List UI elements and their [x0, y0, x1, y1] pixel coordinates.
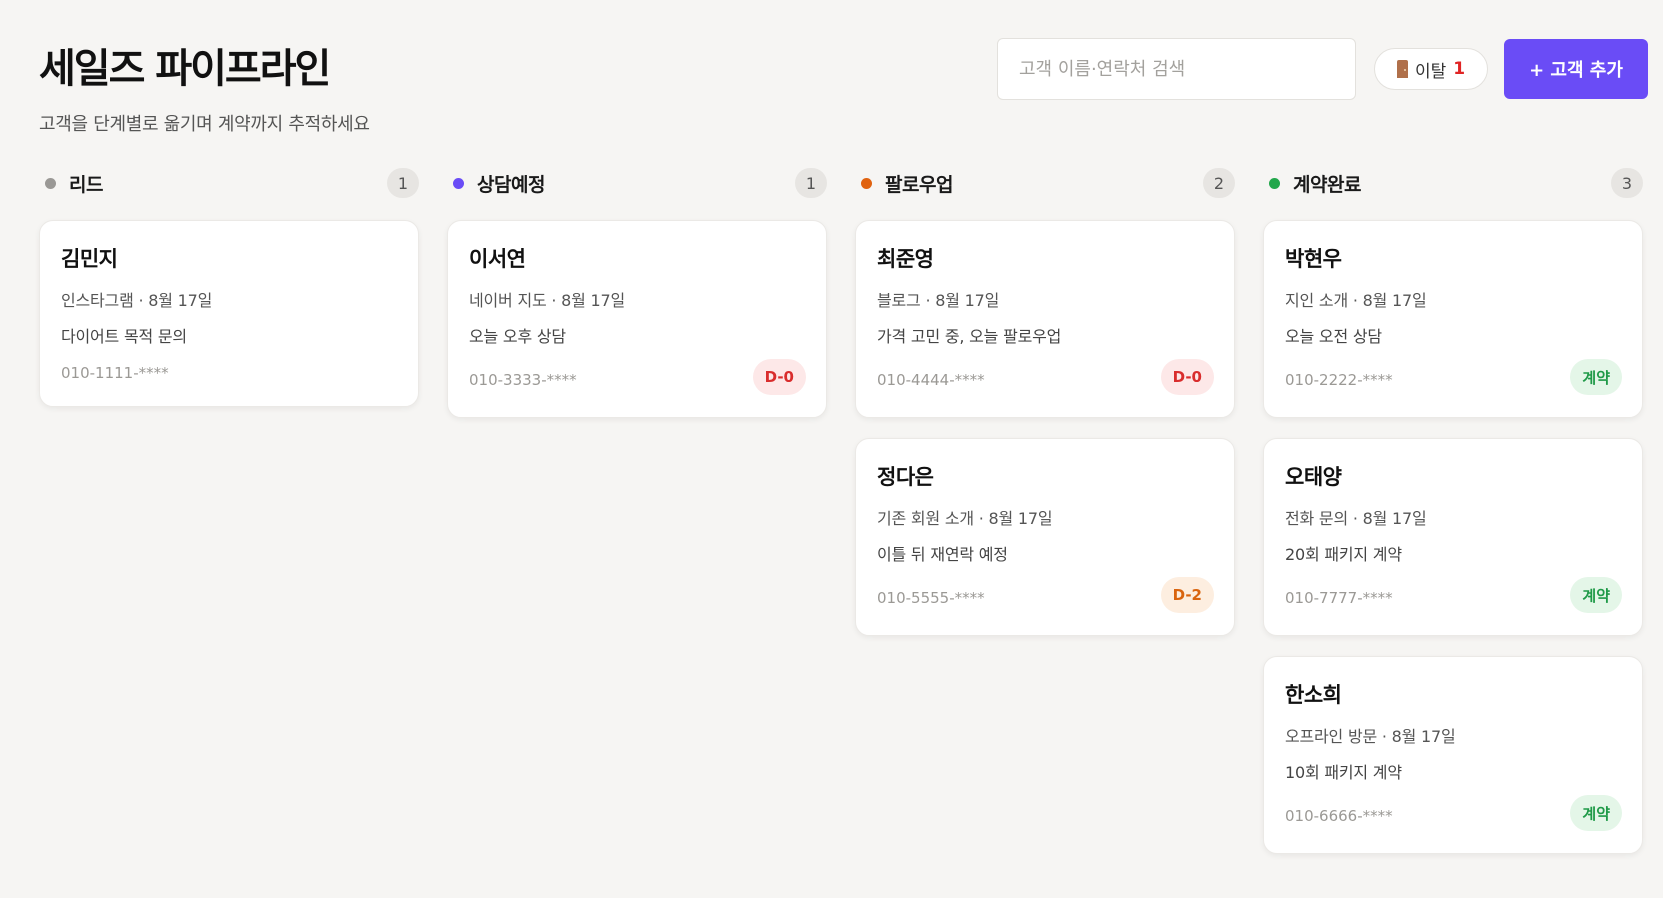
customer-note: 10회 패키지 계약: [1285, 763, 1402, 782]
churn-count: 1: [1453, 59, 1466, 79]
customer-note: 오늘 오후 상담: [469, 327, 566, 346]
column-count-badge: 1: [795, 168, 827, 198]
customer-note: 가격 고민 중, 오늘 팔로우업: [877, 327, 1062, 346]
column-count-badge: 1: [387, 168, 419, 198]
search-input[interactable]: [997, 38, 1356, 100]
customer-phone: 010-6666-****: [1285, 807, 1393, 825]
customer-name: 오태양: [1285, 465, 1342, 489]
customer-card[interactable]: 최준영 블로그 · 8월 17일 가격 고민 중, 오늘 팔로우업 010-44…: [855, 220, 1235, 418]
column-header: 상담예정 1: [447, 166, 827, 200]
customer-name: 정다은: [877, 465, 934, 489]
customer-source-date: 기존 회원 소개 · 8월 17일: [877, 509, 1053, 528]
column-count-badge: 3: [1611, 168, 1643, 198]
customer-source-date: 네이버 지도 · 8월 17일: [469, 291, 626, 310]
customer-card[interactable]: 오태양 전화 문의 · 8월 17일 20회 패키지 계약 010-7777-*…: [1263, 438, 1643, 636]
contract-badge: 계약: [1570, 359, 1622, 395]
column-header: 팔로우업 2: [855, 166, 1235, 200]
due-badge: D-0: [1160, 359, 1214, 395]
customer-phone: 010-1111-****: [61, 364, 169, 382]
customer-note: 오늘 오전 상담: [1285, 327, 1382, 346]
customer-note: 20회 패키지 계약: [1285, 545, 1402, 564]
customer-card[interactable]: 박현우 지인 소개 · 8월 17일 오늘 오전 상담 010-2222-***…: [1263, 220, 1643, 418]
column-title: 상담예정: [477, 173, 545, 196]
column-scheduled: 상담예정 1 이서연 네이버 지도 · 8월 17일 오늘 오후 상담 010-…: [447, 166, 827, 438]
churn-filter-button[interactable]: 이탈 1: [1374, 48, 1488, 90]
column-followup: 팔로우업 2 최준영 블로그 · 8월 17일 가격 고민 중, 오늘 팔로우업…: [855, 166, 1235, 656]
column-header: 리드 1: [39, 166, 419, 200]
customer-phone: 010-5555-****: [877, 589, 985, 607]
column-closed: 계약완료 3 박현우 지인 소개 · 8월 17일 오늘 오전 상담 010-2…: [1263, 166, 1643, 874]
door-icon: [1396, 60, 1408, 78]
customer-source-date: 블로그 · 8월 17일: [877, 291, 1000, 310]
column-count-badge: 2: [1203, 168, 1235, 198]
customer-note: 다이어트 목적 문의: [61, 327, 187, 346]
customer-source-date: 인스타그램 · 8월 17일: [61, 291, 213, 310]
due-badge: D-2: [1160, 577, 1214, 613]
customer-note: 이틀 뒤 재연락 예정: [877, 545, 1008, 564]
page-subtitle: 고객을 단계별로 옮기며 계약까지 추적하세요: [39, 114, 370, 135]
page-title: 세일즈 파이프라인: [39, 46, 331, 92]
stage-dot-icon: [453, 177, 464, 189]
customer-phone: 010-4444-****: [877, 371, 985, 389]
churn-label: 이탈: [1414, 61, 1447, 82]
add-customer-button[interactable]: + 고객 추가: [1504, 39, 1648, 99]
due-badge: D-0: [752, 359, 806, 395]
customer-source-date: 지인 소개 · 8월 17일: [1285, 291, 1427, 310]
stage-dot-icon: [45, 177, 56, 189]
column-lead: 리드 1 김민지 인스타그램 · 8월 17일 다이어트 목적 문의 010-1…: [39, 166, 419, 427]
customer-name: 김민지: [61, 247, 118, 271]
customer-name: 한소희: [1285, 683, 1342, 707]
customer-card[interactable]: 김민지 인스타그램 · 8월 17일 다이어트 목적 문의 010-1111-*…: [39, 220, 419, 407]
customer-source-date: 오프라인 방문 · 8월 17일: [1285, 727, 1456, 746]
customer-phone: 010-2222-****: [1285, 371, 1393, 389]
column-title: 리드: [69, 173, 103, 196]
customer-source-date: 전화 문의 · 8월 17일: [1285, 509, 1427, 528]
column-header: 계약완료 3: [1263, 166, 1643, 200]
contract-badge: 계약: [1570, 577, 1622, 613]
column-title: 계약완료: [1293, 173, 1361, 196]
customer-card[interactable]: 이서연 네이버 지도 · 8월 17일 오늘 오후 상담 010-3333-**…: [447, 220, 827, 418]
customer-name: 최준영: [877, 247, 934, 271]
stage-dot-icon: [1269, 177, 1280, 189]
stage-dot-icon: [861, 177, 872, 189]
customer-phone: 010-3333-****: [469, 371, 577, 389]
pipeline-page: 세일즈 파이프라인 고객을 단계별로 옮기며 계약까지 추적하세요 이탈 1 +…: [0, 0, 1663, 898]
column-title: 팔로우업: [885, 173, 953, 196]
contract-badge: 계약: [1570, 795, 1622, 831]
customer-name: 이서연: [469, 247, 526, 271]
customer-phone: 010-7777-****: [1285, 589, 1393, 607]
customer-name: 박현우: [1285, 247, 1342, 271]
customer-card[interactable]: 정다은 기존 회원 소개 · 8월 17일 이틀 뒤 재연락 예정 010-55…: [855, 438, 1235, 636]
customer-card[interactable]: 한소희 오프라인 방문 · 8월 17일 10회 패키지 계약 010-6666…: [1263, 656, 1643, 854]
